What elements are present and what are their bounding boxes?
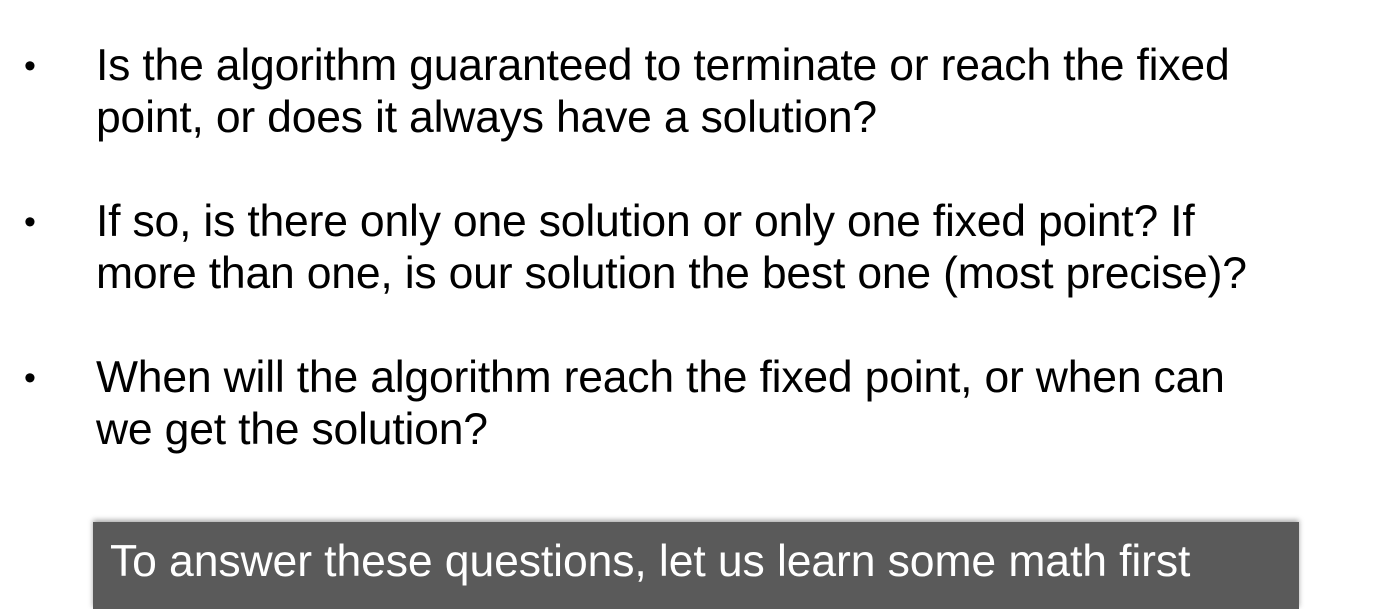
bullet-text: When will the algorithm reach the fixed … [96,353,1225,454]
bullet-marker: • [24,47,36,85]
bullet-marker: • [24,203,36,241]
bullet-text: Is the algorithm guaranteed to terminate… [96,41,1230,142]
bullet-text: If so, is there only one solution or onl… [96,197,1247,298]
bullet-marker: • [24,359,36,397]
callout-text: To answer these questions, let us learn … [110,537,1191,586]
callout-box: To answer these questions, let us learn … [93,522,1299,609]
